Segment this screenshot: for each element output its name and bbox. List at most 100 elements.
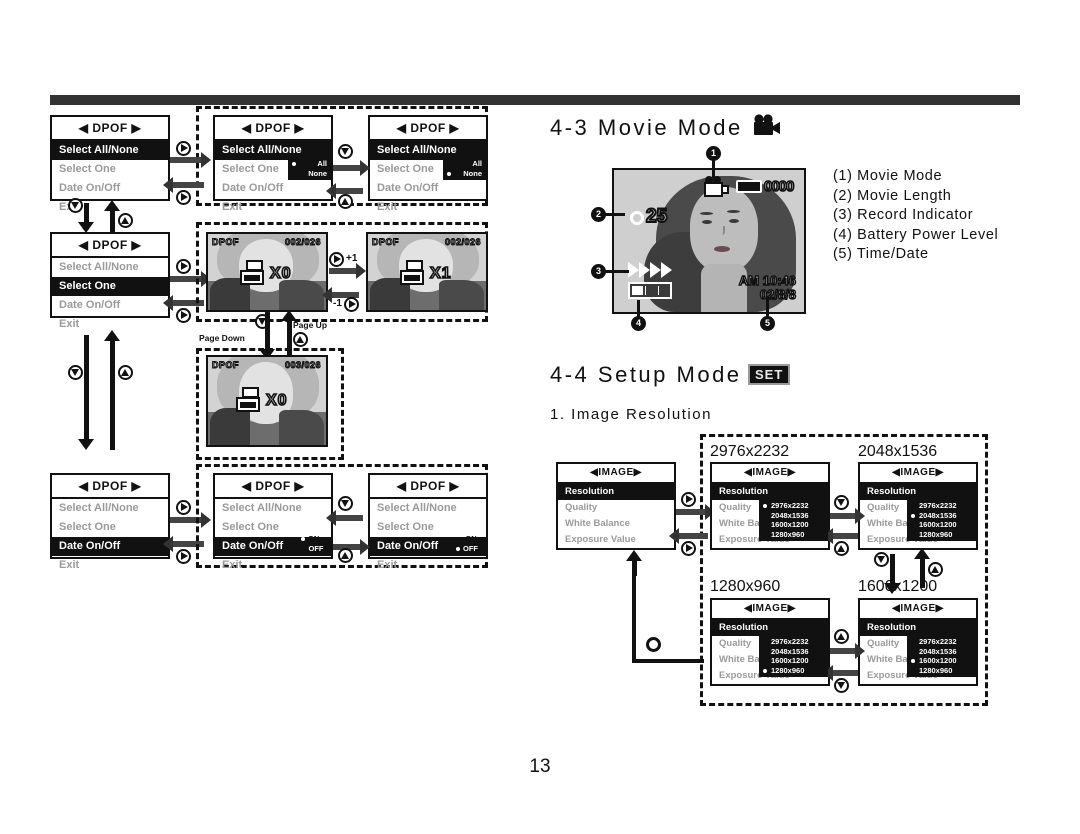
dpof-menu-title: ◀ DPOF ▶	[52, 117, 168, 141]
image-item-resolution[interactable]: Resolution	[860, 620, 976, 636]
date-on-off-popup[interactable]: ON OFF	[455, 534, 487, 553]
dpof-item-date-on-off[interactable]: Date On/Off	[370, 179, 486, 198]
down-button-glyph	[68, 365, 83, 380]
resolution-option-1280x960[interactable]: 1280x960	[762, 530, 825, 540]
dpof-item-select-all-none[interactable]: Select All/None	[370, 499, 486, 518]
dpof-item-select-one[interactable]: Select One	[52, 518, 168, 537]
dpof-item-select-one[interactable]: Select One	[52, 160, 168, 179]
legend-item-5: (5) Time/Date	[833, 246, 929, 262]
down-button-glyph	[834, 678, 849, 693]
legend-item-3: (3) Record Indicator	[833, 207, 974, 223]
arrow-left-1	[163, 177, 204, 193]
date-on-off-popup[interactable]: ON OFF	[300, 534, 332, 553]
popup-option-off[interactable]: OFF	[455, 543, 487, 553]
image-menu-res-2976[interactable]: ◀IMAGE▶ Resolution Quality White Ba Expo…	[710, 462, 830, 550]
resolution-popup[interactable]: 2976x2232 2048x1536 1600x1200 1280x960	[907, 499, 976, 541]
image-menu-res-2048[interactable]: ◀IMAGE▶ Resolution Quality White Ba Expo…	[858, 462, 978, 550]
dpof-menu-none-checked[interactable]: ◀ DPOF ▶ Select All/None Select One Date…	[368, 115, 488, 213]
dpof-item-date-on-off[interactable]: Date On/Off	[52, 179, 168, 198]
dpof-item-select-all-none[interactable]: Select All/None	[52, 499, 168, 518]
dpof-item-select-all-none[interactable]: Select All/None	[52, 258, 168, 277]
resolution-option-1600x1200[interactable]: 1600x1200	[762, 656, 825, 666]
caption-2976x2232: 2976x2232	[710, 443, 790, 460]
dpof-menu-date-on[interactable]: ◀ DPOF ▶ Select All/None Select One Date…	[213, 473, 333, 571]
dpof-thumbnail-002-x0[interactable]: DPOF 002/026 X0	[206, 232, 328, 312]
resolution-option-2976x2232[interactable]: 2976x2232	[910, 501, 973, 511]
resolution-option-1280x960[interactable]: 1280x960	[910, 530, 973, 540]
popup-option-all[interactable]: All	[291, 159, 329, 169]
dpof-item-exit[interactable]: Exit	[370, 198, 486, 217]
resolution-popup[interactable]: 2976x2232 2048x1536 1600x1200 1280x960	[907, 635, 976, 677]
resolution-option-2048x1536[interactable]: 2048x1536	[762, 647, 825, 657]
popup-option-none[interactable]: None	[446, 169, 484, 179]
popup-option-all[interactable]: All	[446, 159, 484, 169]
image-menu-base[interactable]: ◀IMAGE▶ Resolution Quality White Balance…	[556, 462, 676, 550]
resolution-option-2976x2232[interactable]: 2976x2232	[762, 637, 825, 647]
image-menu-res-1280[interactable]: ◀IMAGE▶ Resolution Quality White Ba Expo…	[710, 598, 830, 686]
down-button-glyph	[874, 552, 889, 567]
dpof-item-exit[interactable]: Exit	[370, 556, 486, 575]
dpof-tag-label: DPOF	[371, 237, 400, 248]
resolution-option-1280x960[interactable]: 1280x960	[762, 666, 825, 676]
dpof-item-date-on-off[interactable]: Date On/Off	[215, 179, 331, 198]
dpof-menu-date-off[interactable]: ◀ DPOF ▶ Select All/None Select One Date…	[368, 473, 488, 571]
callout-line-3	[603, 270, 629, 273]
popup-option-off[interactable]: OFF	[300, 543, 332, 553]
dpof-item-exit[interactable]: Exit	[215, 556, 331, 575]
dpof-item-exit[interactable]: Exit	[215, 198, 331, 217]
resolution-option-1600x1200[interactable]: 1600x1200	[910, 520, 973, 530]
print-copies-count: X0	[269, 264, 292, 283]
dpof-item-select-all-none[interactable]: Select All/None	[52, 141, 168, 160]
movie-mode-lcd: 0000 25 AM 10:46 02/8/8	[612, 168, 806, 314]
popup-option-none[interactable]: None	[291, 169, 329, 179]
page-down-label: Page Down	[199, 333, 245, 343]
dpof-all-none-popup[interactable]: All None	[443, 157, 487, 180]
arrow-left-image-3	[823, 665, 858, 681]
image-item-exposure-value[interactable]: Exposure Value	[558, 532, 674, 548]
dpof-tag-label: DPOF	[211, 237, 240, 248]
dpof-menu-all-checked[interactable]: ◀ DPOF ▶ Select All/None Select One Date…	[213, 115, 333, 213]
popup-option-on[interactable]: ON	[300, 534, 332, 544]
record-indicator-icon	[628, 262, 672, 278]
dpof-menu-date-on-off[interactable]: ◀ DPOF ▶ Select All/None Select One Date…	[50, 473, 170, 571]
ok-button-glyph	[176, 500, 191, 515]
dpof-all-none-popup[interactable]: All None	[288, 157, 332, 180]
image-item-resolution[interactable]: Resolution	[712, 484, 828, 500]
resolution-popup[interactable]: 2976x2232 2048x1536 1600x1200 1280x960	[759, 499, 828, 541]
dpof-menu-select-one[interactable]: ◀ DPOF ▶ Select All/None Select One Date…	[50, 232, 170, 330]
dpof-item-select-one[interactable]: Select One	[52, 277, 168, 296]
up-button-glyph	[118, 213, 133, 228]
resolution-popup[interactable]: 2976x2232 2048x1536 1600x1200 1280x960	[759, 635, 828, 677]
resolution-option-1280x960[interactable]: 1280x960	[910, 666, 973, 676]
resolution-option-2048x1536[interactable]: 2048x1536	[910, 511, 973, 521]
callout-3: 3	[591, 264, 606, 279]
callout-1: 1	[706, 146, 721, 161]
image-item-white-balance[interactable]: White Balance	[558, 516, 674, 532]
image-item-quality[interactable]: Quality	[558, 500, 674, 516]
resolution-option-1600x1200[interactable]: 1600x1200	[762, 520, 825, 530]
image-item-resolution[interactable]: Resolution	[558, 484, 674, 500]
image-menu-res-1600[interactable]: ◀IMAGE▶ Resolution Quality White Ba Expo…	[858, 598, 978, 686]
down-button-glyph	[338, 144, 353, 159]
resolution-option-2976x2232[interactable]: 2976x2232	[910, 637, 973, 647]
movie-length-value: 25	[645, 205, 668, 228]
image-item-resolution[interactable]: Resolution	[860, 484, 976, 500]
dpof-frame-counter: 002/026	[284, 237, 321, 248]
resolution-option-2048x1536[interactable]: 2048x1536	[762, 511, 825, 521]
resolution-option-2976x2232[interactable]: 2976x2232	[762, 501, 825, 511]
resolution-option-1600x1200[interactable]: 1600x1200	[910, 656, 973, 666]
dpof-item-exit[interactable]: Exit	[52, 556, 168, 575]
dpof-item-select-all-none[interactable]: Select All/None	[215, 499, 331, 518]
dpof-menu-select-all-none[interactable]: ◀ DPOF ▶ Select All/None Select One Date…	[50, 115, 170, 213]
popup-option-on[interactable]: ON	[455, 534, 487, 544]
image-item-resolution[interactable]: Resolution	[712, 620, 828, 636]
dpof-item-date-on-off[interactable]: Date On/Off	[52, 296, 168, 315]
dpof-thumbnail-002-x1[interactable]: DPOF 002/026 X1	[366, 232, 488, 312]
dpof-item-date-on-off[interactable]: Date On/Off	[52, 537, 168, 556]
arrow-left-5	[326, 510, 363, 526]
lcd-memory-icon	[736, 180, 762, 193]
resolution-option-2048x1536[interactable]: 2048x1536	[910, 647, 973, 657]
dpof-thumbnail-003-x0[interactable]: DPOF 003/026 X0	[206, 355, 328, 447]
down-button-glyph	[68, 198, 83, 213]
print-copies-count: X1	[429, 264, 452, 283]
